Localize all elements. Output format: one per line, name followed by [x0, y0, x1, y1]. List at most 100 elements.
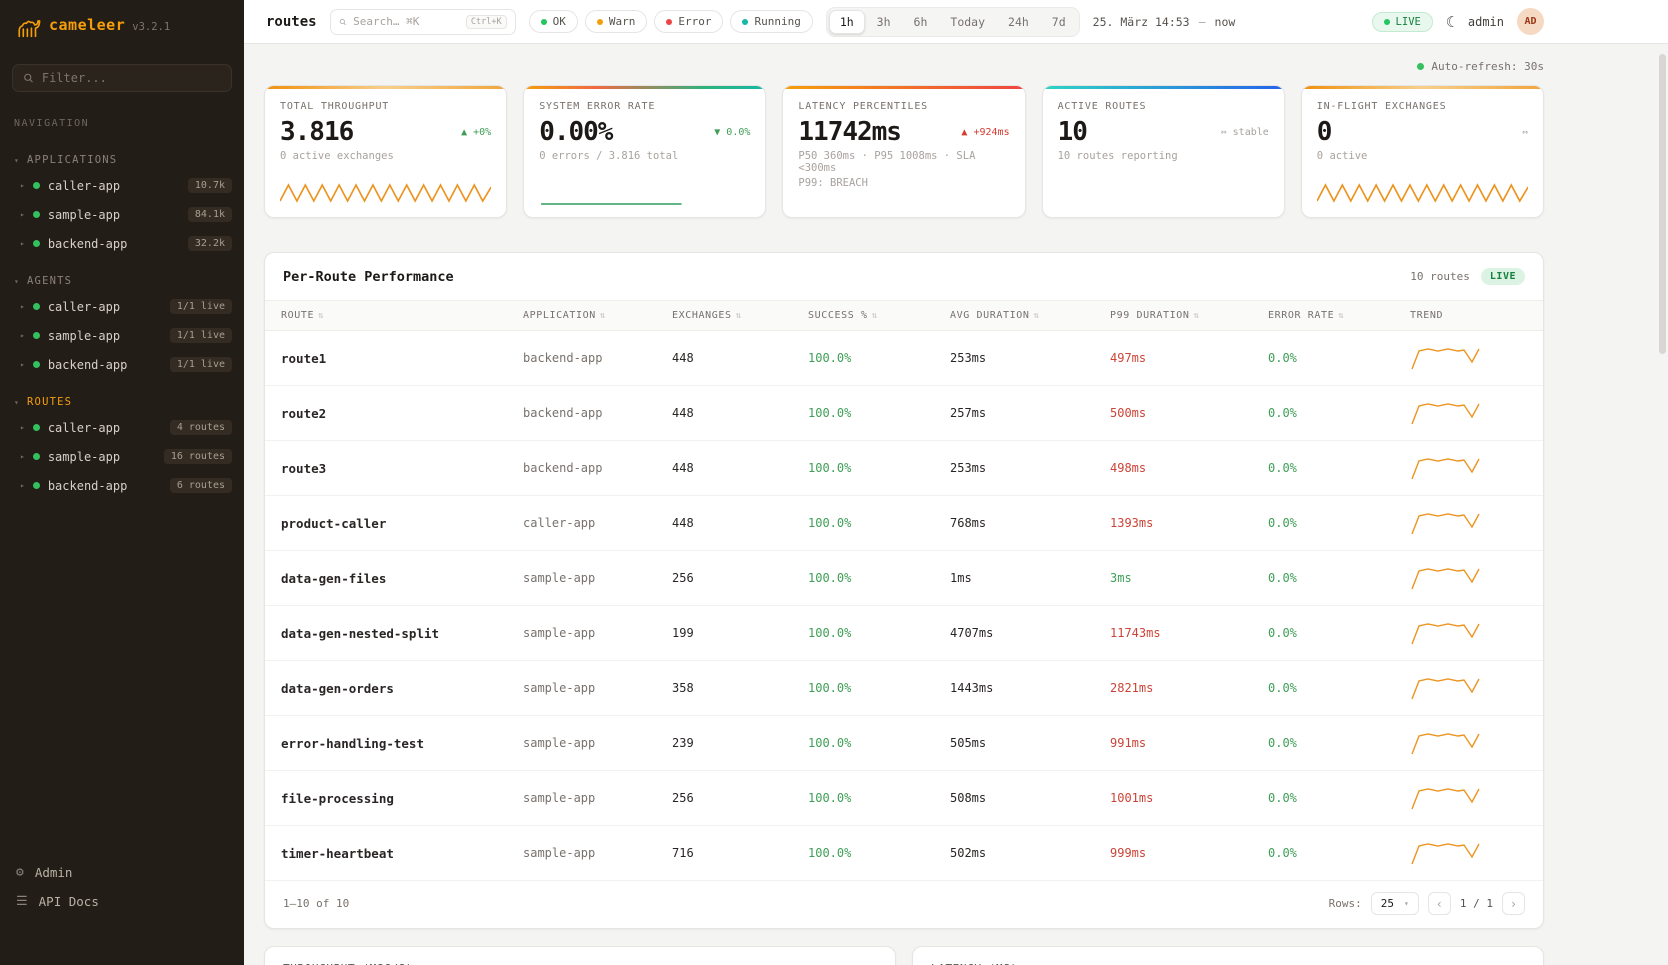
column-header-route[interactable]: ROUTE⇅: [265, 301, 507, 331]
sort-icon: ⇅: [872, 311, 878, 321]
kpi-subtitle: 0 errors / 3.816 total: [539, 150, 750, 162]
status-filters: OK Warn Error Running: [529, 10, 813, 33]
table-row[interactable]: file-processing sample-app 256 100.0% 50…: [265, 771, 1543, 826]
theme-toggle-button[interactable]: ☾: [1446, 13, 1455, 31]
sidebar-item-label: sample-app: [48, 329, 120, 343]
sidebar-item-sample-app[interactable]: ▸ sample-app 84.1k: [0, 200, 244, 229]
chevron-right-icon: ▸: [20, 452, 25, 461]
sidebar-item-badge: 4 routes: [170, 420, 232, 435]
p99-duration-cell: 2821ms: [1094, 661, 1252, 716]
filter-input[interactable]: [42, 71, 221, 85]
column-header-exchanges[interactable]: EXCHANGES⇅: [656, 301, 792, 331]
sort-icon: ⇅: [736, 311, 742, 321]
table-row[interactable]: route2 backend-app 448 100.0% 257ms 500m…: [265, 386, 1543, 441]
latency-chart-panel: LATENCY (MS): [912, 946, 1544, 965]
datetime-value: 25. März 14:53: [1093, 15, 1190, 29]
status-dot: [33, 240, 40, 247]
ok-status-dot: [541, 19, 547, 25]
global-search[interactable]: Ctrl+K: [330, 9, 516, 35]
column-header-application[interactable]: APPLICATION⇅: [507, 301, 656, 331]
filter-chip-warn[interactable]: Warn: [585, 10, 648, 33]
section-header-agents[interactable]: ▾ AGENTS: [0, 270, 244, 292]
range-button-1h[interactable]: 1h: [829, 10, 865, 34]
sidebar-item-agent-backend-app[interactable]: ▸ backend-app 1/1 live: [0, 350, 244, 379]
sidebar-item-routes-sample-app[interactable]: ▸ sample-app 16 routes: [0, 442, 244, 471]
scrollbar-thumb[interactable]: [1659, 54, 1666, 354]
kpi-subtitle-2: P99: BREACH: [798, 177, 1009, 189]
sidebar-item-label: backend-app: [48, 358, 127, 372]
rows-per-page-select[interactable]: 25 ▾: [1371, 892, 1419, 915]
prev-page-button[interactable]: ‹: [1428, 892, 1451, 915]
search-input[interactable]: [353, 15, 459, 28]
sidebar-item-backend-app[interactable]: ▸ backend-app 32.2k: [0, 229, 244, 258]
column-header-success[interactable]: SUCCESS %⇅: [792, 301, 934, 331]
time-range-display[interactable]: 25. März 14:53 — now: [1093, 15, 1236, 29]
column-header-p99-duration[interactable]: P99 DURATION⇅: [1094, 301, 1252, 331]
filter-chip-ok[interactable]: OK: [529, 10, 578, 33]
sidebar-item-agent-sample-app[interactable]: ▸ sample-app 1/1 live: [0, 321, 244, 350]
avg-duration-cell: 253ms: [934, 441, 1094, 496]
kpi-title: LATENCY PERCENTILES: [798, 101, 1009, 112]
table-row[interactable]: data-gen-orders sample-app 358 100.0% 14…: [265, 661, 1543, 716]
sidebar-item-routes-caller-app[interactable]: ▸ caller-app 4 routes: [0, 413, 244, 442]
table-row[interactable]: timer-heartbeat sample-app 716 100.0% 50…: [265, 826, 1543, 881]
error-status-dot: [666, 19, 672, 25]
application-cell: sample-app: [507, 606, 656, 661]
range-button-7d[interactable]: 7d: [1041, 10, 1077, 34]
range-button-6h[interactable]: 6h: [903, 10, 939, 34]
section-header-routes[interactable]: ▾ ROUTES: [0, 391, 244, 413]
table-row[interactable]: data-gen-nested-split sample-app 199 100…: [265, 606, 1543, 661]
table-row[interactable]: error-handling-test sample-app 239 100.0…: [265, 716, 1543, 771]
application-cell: caller-app: [507, 496, 656, 551]
column-header-avg-duration[interactable]: AVG DURATION⇅: [934, 301, 1094, 331]
filter-chip-error[interactable]: Error: [654, 10, 723, 33]
range-button-24h[interactable]: 24h: [997, 10, 1040, 34]
sidebar-item-routes-backend-app[interactable]: ▸ backend-app 6 routes: [0, 471, 244, 500]
kpi-title: SYSTEM ERROR RATE: [539, 101, 750, 112]
sidebar-item-api-docs[interactable]: ☰ API Docs: [16, 894, 228, 909]
column-header-error-rate[interactable]: ERROR RATE⇅: [1252, 301, 1394, 331]
application-cell: sample-app: [507, 716, 656, 771]
kpi-delta: ▲ +0%: [461, 127, 491, 138]
sidebar-item-badge: 84.1k: [188, 207, 232, 222]
docs-icon: ☰: [16, 894, 28, 909]
sidebar-footer: ⚙ Admin ☰ API Docs: [0, 851, 244, 965]
section-header-applications[interactable]: ▾ APPLICATIONS: [0, 149, 244, 171]
avg-duration-cell: 508ms: [934, 771, 1094, 826]
exchanges-cell: 358: [656, 661, 792, 716]
trend-sparkline: [1410, 620, 1482, 646]
table-row[interactable]: data-gen-files sample-app 256 100.0% 1ms…: [265, 551, 1543, 606]
avatar[interactable]: AD: [1517, 8, 1544, 35]
table-row[interactable]: product-caller caller-app 448 100.0% 768…: [265, 496, 1543, 551]
range-button-3h[interactable]: 3h: [866, 10, 902, 34]
table-row[interactable]: route1 backend-app 448 100.0% 253ms 497m…: [265, 331, 1543, 386]
success-cell: 100.0%: [792, 606, 934, 661]
exchanges-cell: 448: [656, 441, 792, 496]
sidebar-filter[interactable]: [12, 64, 232, 92]
trend-sparkline: [1410, 345, 1482, 371]
section-label: AGENTS: [27, 275, 72, 287]
avg-duration-cell: 4707ms: [934, 606, 1094, 661]
success-cell: 100.0%: [792, 661, 934, 716]
page-title: routes: [266, 14, 317, 30]
column-header-trend: TREND: [1394, 301, 1543, 331]
table-row[interactable]: route3 backend-app 448 100.0% 253ms 498m…: [265, 441, 1543, 496]
range-button-today[interactable]: Today: [939, 10, 996, 34]
status-dot: [33, 182, 40, 189]
next-page-button[interactable]: ›: [1502, 892, 1525, 915]
sidebar-item-agent-caller-app[interactable]: ▸ caller-app 1/1 live: [0, 292, 244, 321]
sidebar-item-admin[interactable]: ⚙ Admin: [16, 865, 228, 880]
chevron-right-icon: ▸: [20, 360, 25, 369]
route-cell: data-gen-orders: [265, 661, 507, 716]
kpi-value: 3.816: [280, 117, 353, 147]
sidebar-item-caller-app[interactable]: ▸ caller-app 10.7k: [0, 171, 244, 200]
exchanges-cell: 448: [656, 386, 792, 441]
live-badge: LIVE: [1481, 268, 1525, 285]
success-cell: 100.0%: [792, 496, 934, 551]
route-cell: route2: [265, 386, 507, 441]
kpi-title: ACTIVE ROUTES: [1058, 101, 1269, 112]
live-toggle[interactable]: LIVE: [1372, 12, 1433, 32]
logo: cameleer v3.2.1: [0, 0, 244, 54]
filter-chip-running[interactable]: Running: [730, 10, 812, 33]
filter-chip-label: OK: [553, 15, 566, 28]
